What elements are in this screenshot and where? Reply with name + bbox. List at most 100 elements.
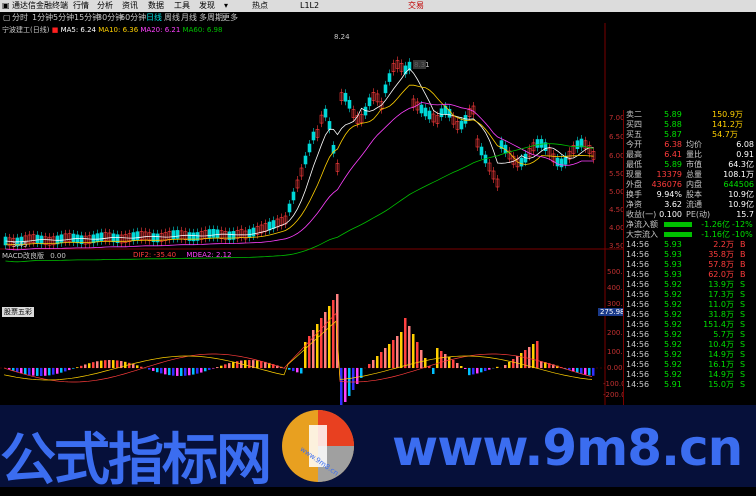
high-price-label: 8.24 — [334, 33, 350, 41]
macd-bar — [400, 332, 403, 368]
macd-bar — [108, 360, 111, 368]
macd-bar — [288, 368, 291, 370]
macd-bar — [512, 359, 515, 368]
candlestick-chart[interactable]: 8.24 8.31 3.45 — [0, 23, 623, 405]
macd-bar — [104, 360, 107, 368]
macd-bar — [208, 368, 211, 370]
macd-bar — [372, 360, 375, 368]
macd-bar — [580, 368, 583, 374]
tab-more[interactable]: 更多 — [222, 12, 238, 23]
menu-news[interactable]: 资讯 — [122, 0, 138, 12]
macd-bar — [352, 368, 355, 390]
macd-bar — [232, 362, 235, 368]
candle — [308, 144, 311, 152]
macd-bar — [396, 336, 399, 368]
candle — [292, 192, 295, 200]
macd-bar — [180, 368, 183, 376]
candle — [424, 108, 427, 116]
candle — [208, 230, 211, 238]
period-tabbar: ▢ 分时 1分钟 5分钟 15分钟 30分钟 60分钟 日线 周线 月线 多周期… — [0, 12, 430, 23]
candle — [96, 234, 99, 242]
tab-60min[interactable]: 60分钟 — [120, 12, 146, 23]
candle — [388, 74, 391, 82]
menu-trade[interactable]: 交易 — [408, 0, 424, 12]
candle — [576, 141, 579, 149]
tick-row: 14:565.9213.9万S — [626, 280, 745, 290]
candle — [212, 229, 215, 237]
banner-logo-icon: www.9m8.cn — [277, 405, 359, 487]
macd-bar — [448, 357, 451, 368]
app-name: 通达信金融终端 — [12, 0, 68, 12]
candle — [540, 139, 543, 147]
quote-row: 换手9.94%股本10.9亿 — [626, 190, 754, 200]
color-popup[interactable]: 股票五彩 — [2, 307, 34, 317]
tick-row: 14:565.925.7万S — [626, 330, 745, 340]
macd-bar — [296, 368, 299, 372]
macd-bar — [188, 368, 191, 375]
macd-bar — [484, 368, 487, 371]
macd-bar — [224, 364, 227, 368]
macd-bar — [536, 341, 539, 368]
macd-bar — [176, 368, 179, 376]
candle — [428, 111, 431, 119]
ma20-line — [6, 102, 594, 249]
quote-row: 外盘436076内盘644506 — [626, 180, 754, 190]
menu-hot[interactable]: 热点 — [252, 0, 268, 12]
candle — [248, 230, 251, 238]
macd-bar — [584, 368, 587, 375]
tab-daily[interactable]: 日线 — [146, 12, 162, 23]
macd-bar — [220, 366, 223, 368]
macd-bar — [236, 361, 239, 368]
tab-1min[interactable]: 1分钟 — [32, 12, 53, 23]
macd-bar — [140, 367, 143, 368]
macd-bar — [200, 368, 203, 373]
macd-bar — [532, 344, 535, 368]
macd-bar — [520, 353, 523, 368]
macd-bar — [204, 368, 207, 371]
macd-header: MACD改良版 0.00 — [2, 251, 66, 261]
macd-bar — [60, 368, 63, 373]
candle — [132, 233, 135, 241]
macd-bar — [116, 360, 119, 368]
tab-checkbox-icon[interactable]: ▢ — [3, 12, 11, 23]
tab-weekly[interactable]: 周线 — [164, 12, 180, 23]
macd-bar — [576, 368, 579, 373]
candle — [420, 105, 423, 113]
menu-l1l2[interactable]: L1L2 — [300, 0, 319, 12]
candle — [536, 139, 539, 147]
menu-quote[interactable]: 行情 — [73, 0, 89, 12]
macd-bar — [20, 368, 23, 373]
macd-bar — [68, 368, 71, 370]
menu-analysis[interactable]: 分析 — [97, 0, 113, 12]
candle — [288, 204, 291, 212]
macd-bar — [472, 368, 475, 374]
macd-bar — [112, 360, 115, 368]
quote-row: 买五5.8754.7万 — [626, 130, 738, 140]
menu-data[interactable]: 数据 — [148, 0, 164, 12]
candle — [252, 228, 255, 236]
menu-tools[interactable]: 工具 — [174, 0, 190, 12]
candle — [156, 234, 159, 242]
tab-multi-period[interactable]: 多周期 — [199, 12, 223, 23]
tab-monthly[interactable]: 月线 — [181, 12, 197, 23]
quote-row: 现量13379总量108.1万 — [626, 170, 754, 180]
macd-bar — [456, 363, 459, 368]
candle — [344, 93, 347, 101]
macd-bar — [540, 361, 543, 368]
tick-row: 14:565.9357.8万B — [626, 260, 746, 270]
macd-bar — [316, 324, 319, 368]
menu-discover[interactable]: 发现 — [199, 0, 215, 12]
macd-bar — [256, 360, 259, 368]
macd-bar — [452, 360, 455, 368]
tab-5min[interactable]: 5分钟 — [53, 12, 74, 23]
candle — [72, 234, 75, 242]
macd-bar — [132, 364, 135, 368]
macd-bar — [528, 347, 531, 368]
tab-fenshi[interactable]: 分时 — [12, 12, 28, 23]
macd-bar — [328, 306, 331, 368]
ma10-line — [6, 85, 594, 245]
quote-row: 最高6.41量比0.91 — [626, 150, 754, 160]
macd-dif: DIF2: -35.40 — [133, 251, 176, 259]
candle — [560, 159, 563, 167]
banner-left-text: 公式指标网 — [0, 415, 270, 496]
